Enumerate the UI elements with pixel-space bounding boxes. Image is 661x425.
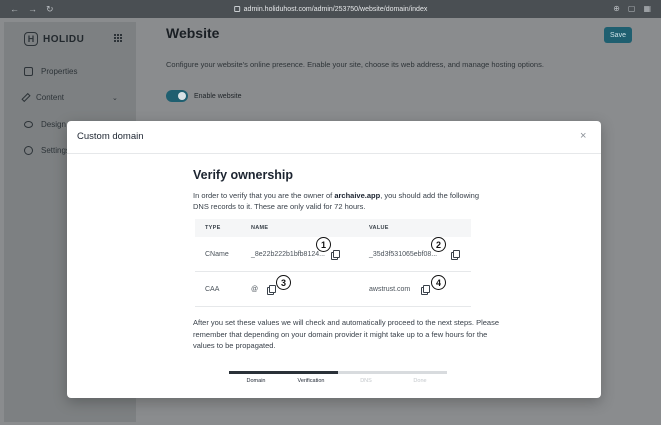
browser-toolbar: ← → ↻ admin.holiduhost.com/admin/253750/… [0, 0, 661, 18]
verify-ownership-title: Verify ownership [193, 168, 294, 182]
record-value: awstrust.com [369, 285, 411, 293]
enable-website-label: Enable website [194, 92, 242, 100]
sidebar-item-properties[interactable]: Properties [24, 67, 77, 76]
annotation-badge-1: 1 [316, 237, 331, 252]
table-row: CAA @ awstrust.com [195, 272, 471, 307]
address-bar[interactable]: admin.holiduhost.com/admin/253750/websit… [233, 3, 428, 15]
annotation-badge-3: 3 [276, 275, 291, 290]
lock-icon [233, 6, 240, 12]
progress-fill [229, 371, 338, 374]
save-button[interactable]: Save [604, 27, 632, 43]
step-verification[interactable]: Verification [298, 378, 325, 384]
dns-records-table: TYPE NAME VALUE CName _8e22b222b1bfb8124… [195, 219, 471, 307]
record-type: CName [205, 250, 229, 258]
record-value: _35d3f531065ebf08... [369, 250, 438, 258]
gear-icon [24, 146, 33, 155]
record-type: CAA [205, 285, 220, 293]
url-text: admin.holiduhost.com/admin/253750/websit… [243, 5, 428, 13]
reload-icon[interactable]: ↻ [46, 4, 54, 15]
page-description: Configure your website's online presence… [166, 60, 544, 69]
browser-nav: ← → ↻ [10, 4, 54, 15]
back-icon[interactable]: ← [10, 4, 19, 15]
apps-grid-icon[interactable] [114, 34, 122, 42]
logo-mark-icon: H [24, 32, 38, 46]
column-header-value: VALUE [369, 225, 389, 231]
sidebar-item-label: Design [41, 120, 66, 129]
step-dns: DNS [360, 378, 372, 384]
browser-actions: ⊕ ▢ ▦ [613, 4, 651, 13]
home-icon [24, 67, 33, 76]
sidebar-item-design[interactable]: Design [24, 120, 66, 129]
copy-value-icon[interactable] [451, 250, 460, 260]
annotation-badge-4: 4 [431, 275, 446, 290]
sidebar-item-label: Settings [41, 146, 70, 155]
custom-domain-modal: Custom domain × Verify ownership In orde… [67, 121, 601, 398]
propagation-note: After you set these values we will check… [193, 318, 499, 350]
table-row: CName _8e22b222b1bfb8124... _35d3f531065… [195, 237, 471, 272]
sidebar-item-content[interactable]: Content ⌄ [21, 92, 118, 103]
pencil-icon [21, 92, 31, 103]
copy-value-icon[interactable] [421, 285, 430, 295]
extension-icon[interactable]: ⊕ [613, 4, 620, 13]
menu-icon[interactable]: ▦ [643, 4, 651, 13]
table-header: TYPE NAME VALUE [195, 219, 471, 237]
copy-name-icon[interactable] [331, 250, 340, 260]
modal-title: Custom domain [77, 131, 144, 142]
sidebar-item-settings[interactable]: Settings [24, 146, 70, 155]
enable-website-row: Enable website [166, 90, 241, 102]
logo-text: HOLIDU [43, 33, 85, 45]
sidebar-item-label: Content [36, 93, 65, 102]
column-header-name: NAME [251, 225, 269, 231]
step-domain[interactable]: Domain [247, 378, 266, 384]
record-name: _8e22b222b1bfb8124... [251, 250, 325, 258]
chevron-down-icon: ⌄ [112, 94, 118, 102]
enable-website-toggle[interactable] [166, 90, 188, 102]
sidebar-item-label: Properties [41, 67, 78, 76]
holidu-logo[interactable]: H HOLIDU [24, 32, 84, 46]
step-done: Done [413, 378, 427, 384]
domain-name: archaive.app [334, 191, 381, 200]
record-name: @ [251, 285, 259, 293]
eye-icon [24, 121, 33, 128]
annotation-badge-2: 2 [431, 237, 446, 252]
verify-instructions: In order to verify that you are the owne… [193, 191, 480, 211]
modal-header: Custom domain × [67, 121, 601, 154]
window-icon[interactable]: ▢ [628, 4, 636, 13]
forward-icon[interactable]: → [28, 4, 37, 15]
column-header-type: TYPE [205, 225, 221, 231]
page-title: Website [166, 25, 220, 41]
close-icon[interactable]: × [580, 131, 586, 142]
copy-name-icon[interactable] [267, 285, 276, 295]
